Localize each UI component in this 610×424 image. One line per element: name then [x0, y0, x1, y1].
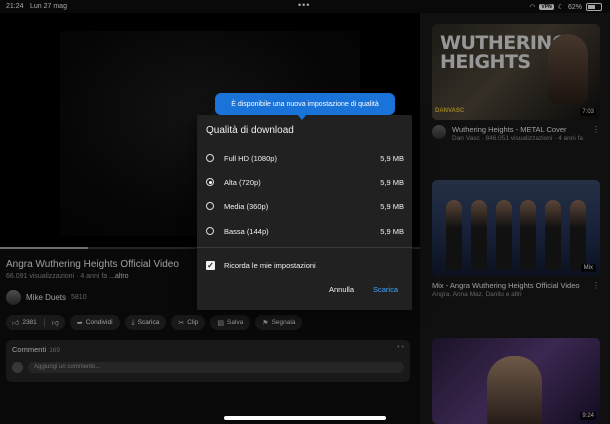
download-quality-dialog: Qualità di download Full HD (1080p) 5,9 … — [197, 115, 412, 310]
quality-option-1080p[interactable]: Full HD (1080p) 5,9 MB — [206, 151, 404, 165]
dialog-title: Qualità di download — [206, 125, 294, 136]
quality-label: Bassa (144p) — [224, 226, 269, 236]
checkbox-checked-icon[interactable]: ✓ — [206, 260, 215, 270]
radio-button[interactable] — [206, 154, 214, 162]
radio-button[interactable] — [206, 178, 214, 186]
quality-option-144p[interactable]: Bassa (144p) 5,9 MB — [206, 224, 404, 238]
radio-button[interactable] — [206, 202, 214, 210]
quality-label: Media (360p) — [224, 201, 269, 211]
remember-label: Ricorda le mie impostazioni — [224, 260, 316, 270]
quality-label: Alta (720p) — [224, 177, 261, 187]
tooltip-arrow — [297, 114, 307, 120]
remember-settings-row[interactable]: ✓ Ricorda le mie impostazioni — [206, 258, 404, 272]
quality-size: 5,9 MB — [380, 153, 404, 163]
download-confirm-button[interactable]: Scarica — [373, 285, 398, 294]
tooltip-text: È disponibile una nuova impostazione di … — [231, 100, 379, 108]
quality-size: 5,9 MB — [380, 177, 404, 187]
quality-tooltip: È disponibile una nuova impostazione di … — [215, 93, 395, 120]
quality-size: 5,9 MB — [380, 226, 404, 236]
quality-size: 5,9 MB — [380, 201, 404, 211]
quality-option-720p[interactable]: Alta (720p) 5,9 MB — [206, 175, 404, 189]
radio-button[interactable] — [206, 227, 214, 235]
dialog-divider — [197, 247, 412, 248]
quality-label: Full HD (1080p) — [224, 153, 277, 163]
cancel-button[interactable]: Annulla — [329, 285, 354, 294]
quality-option-360p[interactable]: Media (360p) 5,9 MB — [206, 199, 404, 213]
home-indicator[interactable] — [224, 416, 386, 420]
